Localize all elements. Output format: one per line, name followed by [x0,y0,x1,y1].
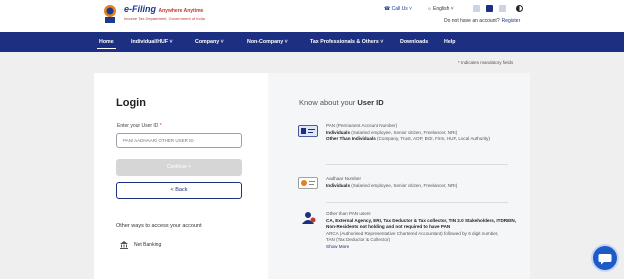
chat-icon [598,254,612,265]
other-ways-heading: Other ways to access your account [116,223,202,229]
aadhaar-card-icon [298,177,318,189]
nav-non-company[interactable]: Non-Company ˅ [247,39,288,45]
no-account-text: Do not have an account? [444,18,500,24]
text-increase-icon[interactable] [499,5,506,12]
pan-others-label: Other Than Individuals [326,136,376,141]
user-id-label-text: Enter your User ID [117,123,159,129]
user-id-info-panel: Know about your User ID PAN (Permanent A… [268,73,530,279]
divider [326,164,508,165]
login-card: Login Enter your User ID * Continue > < … [94,73,530,279]
know-title-bold: User ID [357,98,384,107]
mandatory-note: * Indicates mandatory fields [458,60,514,65]
continue-button[interactable]: Continue > [116,159,242,176]
nav-home[interactable]: Home [97,39,116,49]
back-button[interactable]: < Back [116,182,242,199]
no-account-prompt: Do not have an account? Register [444,18,520,24]
language-label: English [432,6,450,12]
main-nav: Home Individual/HUF ˅ Company ˅ Non-Comp… [0,32,624,52]
user-id-input[interactable] [116,133,242,148]
nav-company[interactable]: Company ˅ [195,39,224,45]
login-panel: Login Enter your User ID * Continue > < … [94,73,268,279]
aadhaar-individuals-text: (Salaried employee, Senior citizen, Free… [351,182,458,188]
emblem-logo-icon[interactable] [100,3,120,25]
pan-info: PAN (Permanent Account Number) Individua… [326,123,516,143]
nav-tax-professionals[interactable]: Tax Professionals & Others ˅ [310,39,383,45]
nav-downloads[interactable]: Downloads [400,39,428,45]
text-decrease-icon[interactable] [473,5,480,12]
know-user-id-title: Know about your User ID [299,98,384,107]
pan-individuals-label: Individuals [326,129,350,135]
aadhaar-info: Aadhaar Number Individuals (Salaried emp… [326,176,516,189]
know-title-prefix: Know about your [299,98,356,107]
logo-subtitle: Income Tax Department, Government of Ind… [124,16,205,21]
required-mark: * [159,123,162,129]
net-banking-link[interactable]: Net Banking [134,242,161,248]
call-us-label: Call Us [391,6,408,12]
show-more-link[interactable]: Show More [326,244,349,249]
register-link[interactable]: Register [502,18,521,24]
nav-individual-huf[interactable]: Individual/HUF ˅ [131,39,173,45]
login-title: Login [116,97,146,109]
logo-title[interactable]: e-Filing Anywhere Anytime [124,4,203,14]
other-users-icon [302,212,316,224]
contrast-icon[interactable] [516,5,523,12]
nav-help[interactable]: Help [444,39,455,45]
pan-individuals-text: (Salaried employee, Senior citizen, Free… [351,129,458,135]
text-default-icon[interactable] [486,5,493,12]
other-users-info: Other than PAN users CA, External Agency… [326,211,516,250]
user-id-label: Enter your User ID * [117,123,162,129]
other-line1: CA, External Agency, ERI, Tax Deductor &… [326,217,517,230]
pan-others-text: (Company, Trust, AOP, BOI, Firm, HUF, Lo… [377,136,490,141]
top-header: e-Filing Anywhere Anytime Income Tax Dep… [0,0,624,32]
language-selector[interactable]: ☼ English ˅ [427,6,454,12]
pan-card-icon [298,125,318,137]
call-us-button[interactable]: ☎ Call Us ˅ [384,6,412,12]
bank-icon [120,241,128,249]
aadhaar-individuals-label: Individuals [326,182,350,188]
chat-button[interactable] [593,246,617,270]
divider [326,202,508,203]
